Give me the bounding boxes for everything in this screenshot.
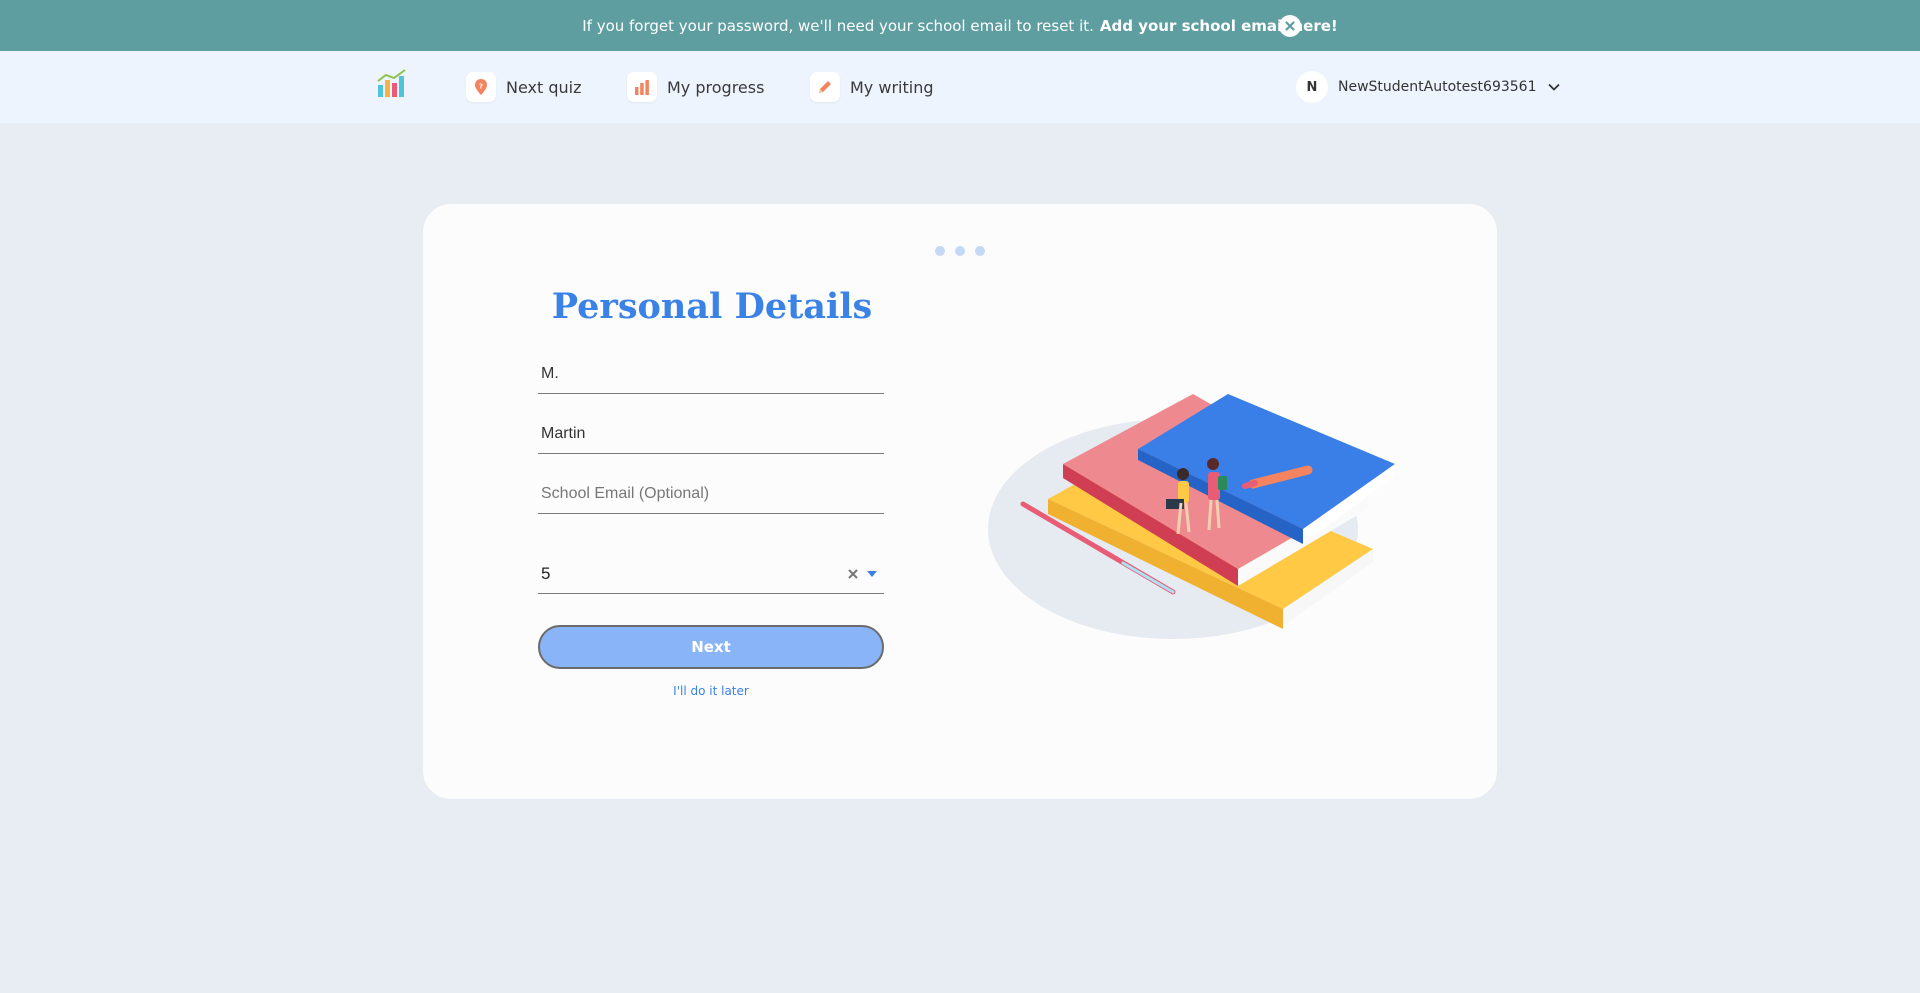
clear-icon[interactable] bbox=[846, 567, 860, 581]
dropdown-arrow-icon[interactable] bbox=[866, 569, 878, 579]
banner-message: If you forget your password, we'll need … bbox=[582, 16, 1094, 35]
nav-my-progress-label: My progress bbox=[667, 77, 765, 97]
logo-icon[interactable] bbox=[376, 67, 408, 99]
page-title: Personal Details bbox=[551, 286, 873, 327]
svg-text:?: ? bbox=[479, 83, 483, 91]
step-dot bbox=[955, 246, 965, 256]
grade-value: 5 bbox=[541, 563, 551, 583]
pencil-icon bbox=[810, 72, 840, 102]
nav-my-writing[interactable]: My writing bbox=[810, 71, 933, 103]
last-name-field[interactable] bbox=[538, 414, 884, 454]
close-banner-button[interactable] bbox=[1279, 15, 1301, 37]
school-email-field[interactable] bbox=[538, 474, 884, 514]
nav-next-quiz-label: Next quiz bbox=[506, 77, 582, 97]
books-illustration bbox=[988, 394, 1395, 639]
avatar: N bbox=[1296, 71, 1328, 103]
add-school-email-link[interactable]: Add your school email here! bbox=[1100, 17, 1338, 35]
nav-my-progress[interactable]: My progress bbox=[627, 71, 764, 103]
notice-banner: If you forget your password, we'll need … bbox=[0, 0, 1920, 51]
chevron-down-icon bbox=[1548, 83, 1561, 91]
next-button[interactable]: Next bbox=[538, 625, 884, 669]
nav-my-writing-label: My writing bbox=[850, 77, 934, 97]
quiz-pin-icon: ? bbox=[466, 72, 496, 102]
step-indicator bbox=[935, 246, 985, 256]
grade-select[interactable]: 5 bbox=[538, 554, 884, 594]
user-menu[interactable]: N NewStudentAutotest693561 bbox=[1296, 70, 1562, 104]
username: NewStudentAutotest693561 bbox=[1338, 79, 1537, 95]
top-nav: ? Next quiz My progress My writing N New… bbox=[0, 51, 1920, 123]
first-name-field[interactable] bbox=[538, 354, 884, 394]
personal-details-card: Personal Details 5 Next I'll do it later bbox=[423, 204, 1497, 799]
nav-next-quiz[interactable]: ? Next quiz bbox=[466, 71, 582, 103]
do-it-later-link[interactable]: I'll do it later bbox=[538, 684, 884, 698]
step-dot bbox=[975, 246, 985, 256]
step-dot bbox=[935, 246, 945, 256]
close-icon bbox=[1285, 21, 1295, 31]
bar-chart-icon bbox=[627, 72, 657, 102]
